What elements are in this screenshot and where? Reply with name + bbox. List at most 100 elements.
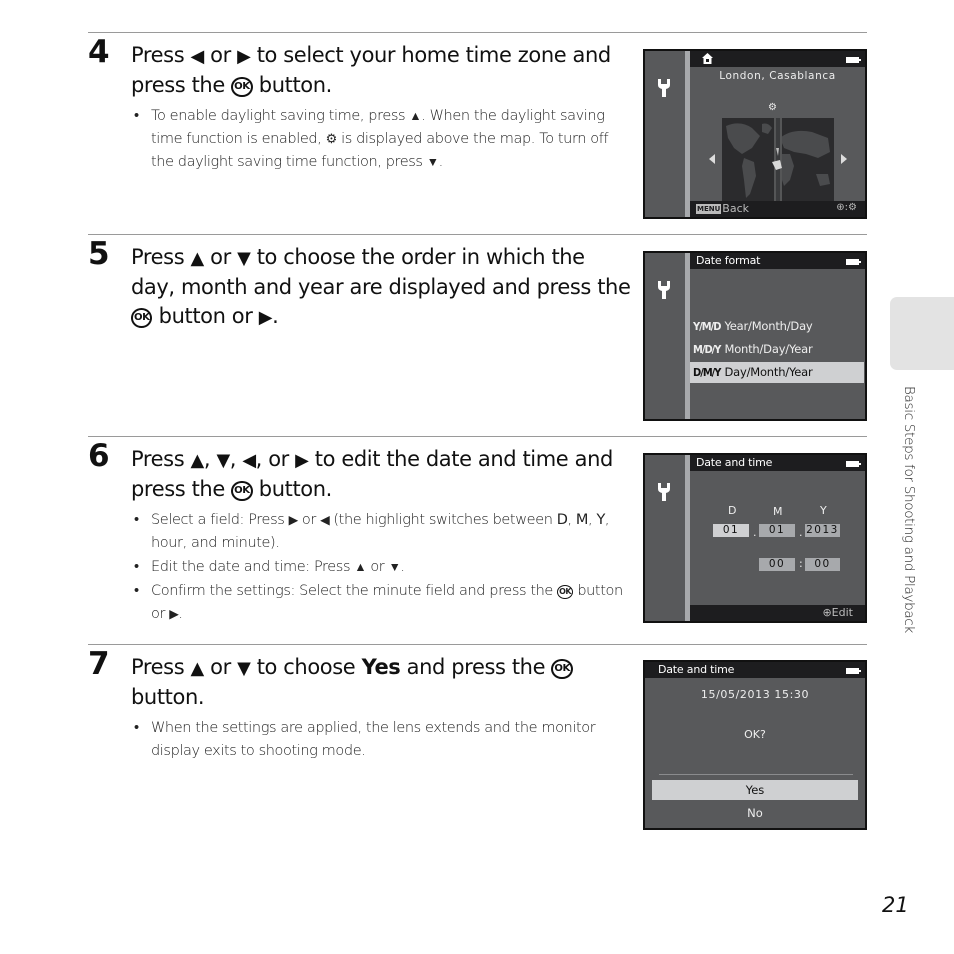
down-arrow-icon: ▼ xyxy=(237,248,251,269)
ok-button-icon: OK xyxy=(231,481,253,502)
daylight-saving-icon: ⚙ xyxy=(325,132,338,147)
date-time-value: 15/05/2013 15:30 xyxy=(700,688,810,701)
step-6: 6 Press ▲, ▼, ◀, or ▶ to edit the date a… xyxy=(88,439,628,639)
home-icon xyxy=(702,53,713,64)
wrench-icon xyxy=(658,281,670,299)
up-arrow-icon: ▲ xyxy=(354,560,367,574)
left-arrow-icon: ◀ xyxy=(190,46,205,67)
step-title: Press ▲, ▼, ◀, or ▶ to edit the date and… xyxy=(131,447,613,502)
screen-title: Date and time xyxy=(658,663,735,676)
screen-title: Date and time xyxy=(696,456,773,469)
wrench-icon xyxy=(658,483,670,501)
back-button[interactable]: MENU Back xyxy=(696,202,749,215)
camera-screen-date-format: Date format Y/M/D Year/Month/Day M/D/Y Mon… xyxy=(643,251,867,421)
step-number: 7 xyxy=(88,646,110,682)
section-divider xyxy=(88,436,867,437)
minute-field[interactable]: 00 xyxy=(805,558,840,571)
section-divider xyxy=(88,644,867,645)
chapter-tab xyxy=(890,297,954,370)
up-arrow-icon: ▲ xyxy=(190,248,205,269)
daylight-saving-icon: ⚙ xyxy=(768,102,777,113)
step-number: 4 xyxy=(88,34,110,70)
year-label: Y xyxy=(820,504,827,517)
bullet-list: • Select a field: Press ▶ or ◀ (the highl… xyxy=(131,509,631,627)
screen-header: Date and time xyxy=(645,662,865,678)
yes-option[interactable]: Yes xyxy=(652,780,858,800)
page-number: 21 xyxy=(882,893,909,917)
screen-header: Date and time xyxy=(690,455,865,471)
step-title: Press ◀ or ▶ to select your home time zo… xyxy=(131,43,611,98)
date-format-option[interactable]: M/D/Y Month/Day/Year xyxy=(690,339,864,360)
day-label: D xyxy=(728,504,737,517)
world-map xyxy=(722,118,834,204)
date-format-option[interactable]: Y/M/D Year/Month/Day xyxy=(690,316,864,337)
down-arrow-icon: ▼ xyxy=(426,155,439,169)
screen-header xyxy=(690,51,865,67)
right-arrow-icon: ▶ xyxy=(169,607,179,621)
bullet-item: • Confirm the settings: Select the minute… xyxy=(131,580,631,626)
menu-button-icon: MENU xyxy=(696,204,722,214)
step-number: 6 xyxy=(88,438,110,474)
step-title: Press ▲ or ▼ to choose Yes and press the… xyxy=(131,653,631,712)
world-map-graphic xyxy=(722,118,834,204)
year-field[interactable]: 2013 xyxy=(805,524,840,537)
no-option[interactable]: No xyxy=(652,803,858,823)
battery-icon xyxy=(846,57,861,63)
up-arrow-icon: ▲ xyxy=(190,450,205,471)
time-separator: : xyxy=(799,557,803,570)
camera-screen-date-time-edit: Date and time D M Y 01 . 01 . 2013 00 : … xyxy=(643,453,867,623)
month-label: M xyxy=(773,505,783,518)
screen-footer: MENU Back ⊕:⚙ xyxy=(690,201,865,217)
hour-field[interactable]: 00 xyxy=(759,558,795,571)
up-arrow-icon: ▲ xyxy=(190,658,205,679)
ok-button-icon: OK xyxy=(557,585,574,599)
step-4: 4 Press ◀ or ▶ to select your home time … xyxy=(88,35,628,225)
time-zone-city: London, Casablanca xyxy=(719,70,836,82)
left-arrow-icon: ◀ xyxy=(320,513,330,527)
date-separator: . xyxy=(799,526,803,539)
ok-button-icon: OK xyxy=(231,77,253,98)
bullet-list: • When the settings are applied, the lens… xyxy=(131,717,631,764)
down-arrow-icon: ▼ xyxy=(237,658,251,679)
section-divider xyxy=(88,234,867,235)
screen-header: Date format xyxy=(690,253,865,269)
down-arrow-icon: ▼ xyxy=(388,560,401,574)
section-divider xyxy=(88,32,867,33)
step-5: 5 Press ▲ or ▼ to choose the order in wh… xyxy=(88,236,631,427)
battery-icon xyxy=(846,461,861,467)
step-7: 7 Press ▲ or ▼ to choose Yes and press t… xyxy=(88,647,628,787)
bullet-list: • To enable daylight saving time, press ▲… xyxy=(131,105,631,175)
date-format-option-selected[interactable]: D/M/Y Day/Month/Year xyxy=(690,362,864,383)
ok-button-icon: OK xyxy=(131,308,153,329)
screen-footer: ⊕Edit xyxy=(690,605,865,621)
month-field[interactable]: 01 xyxy=(759,524,795,537)
bullet-item: • Edit the date and time: Press ▲ or ▼. xyxy=(131,556,631,579)
camera-screen-confirm: Date and time 15/05/2013 15:30 OK? Yes N… xyxy=(643,660,867,830)
right-arrow-icon: ▶ xyxy=(288,513,298,527)
bullet-item: • To enable daylight saving time, press ▲… xyxy=(131,105,631,174)
down-arrow-icon: ▼ xyxy=(216,450,230,471)
right-arrow-icon: ▶ xyxy=(258,307,273,328)
left-arrow-icon: ◀ xyxy=(242,450,256,471)
divider xyxy=(659,774,853,775)
right-arrow-icon[interactable] xyxy=(841,154,847,164)
up-arrow-icon: ▲ xyxy=(409,109,422,123)
battery-icon xyxy=(846,668,861,674)
step-title: Press ▲ or ▼ to choose the order in whic… xyxy=(131,243,631,332)
day-field[interactable]: 01 xyxy=(713,524,749,537)
right-arrow-icon: ▶ xyxy=(295,450,309,471)
chapter-title: Basic Steps for Shooting and Playback xyxy=(901,386,917,633)
battery-icon xyxy=(846,259,861,265)
left-arrow-icon[interactable] xyxy=(709,154,715,164)
edit-hint: ⊕Edit xyxy=(822,606,853,619)
right-arrow-icon: ▶ xyxy=(237,46,251,67)
dst-hint: ⊕:⚙ xyxy=(836,202,857,213)
step-number: 5 xyxy=(88,236,110,272)
wrench-icon xyxy=(658,79,670,97)
bullet-item: • Select a field: Press ▶ or ◀ (the highl… xyxy=(131,509,631,555)
date-separator: . xyxy=(753,526,757,539)
ok-button-icon: OK xyxy=(551,659,573,680)
screen-title: Date format xyxy=(696,254,761,267)
camera-screen-time-zone: London, Casablanca ⚙ MENU Back ⊕:⚙ xyxy=(643,49,867,219)
bullet-item: • When the settings are applied, the lens… xyxy=(134,720,596,759)
